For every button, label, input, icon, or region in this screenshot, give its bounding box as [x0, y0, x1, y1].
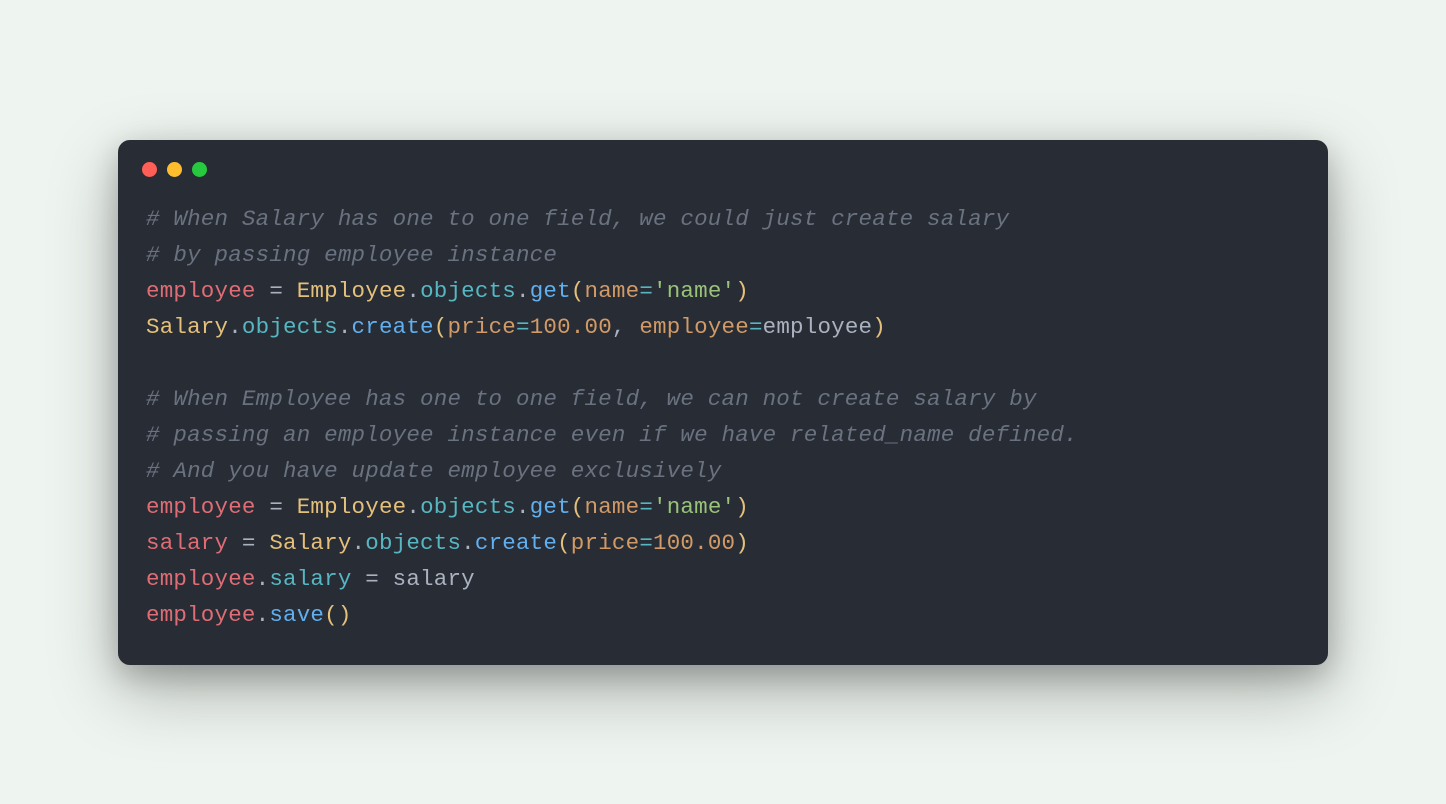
code-token: price — [447, 314, 516, 340]
code-token: get — [530, 494, 571, 520]
code-comment: # When Employee has one to one field, we… — [146, 386, 1037, 412]
code-token: = — [639, 530, 653, 556]
code-token: . — [352, 530, 366, 556]
code-token: employee — [639, 314, 749, 340]
code-token: Salary — [146, 314, 228, 340]
code-window: # When Salary has one to one field, we c… — [118, 140, 1328, 665]
code-token: . — [516, 278, 530, 304]
code-token: Employee — [297, 278, 407, 304]
code-token: ) — [735, 494, 749, 520]
code-token: name — [585, 278, 640, 304]
code-token: 'name' — [653, 494, 735, 520]
code-token: 100.00 — [530, 314, 612, 340]
code-token: ( — [571, 278, 585, 304]
code-token: = — [352, 566, 393, 592]
code-token: ) — [735, 530, 749, 556]
code-token: ( — [571, 494, 585, 520]
code-token: . — [406, 278, 420, 304]
code-token: Employee — [297, 494, 407, 520]
code-token: = — [516, 314, 530, 340]
code-token: 'name' — [653, 278, 735, 304]
code-token: get — [530, 278, 571, 304]
code-token: = — [639, 494, 653, 520]
code-token: ( — [324, 602, 338, 628]
code-token: create — [352, 314, 434, 340]
code-token: . — [256, 566, 270, 592]
code-token: ( — [434, 314, 448, 340]
code-token: employee — [763, 314, 873, 340]
code-token: employee — [146, 494, 256, 520]
code-token: ) — [338, 602, 352, 628]
code-token: . — [461, 530, 475, 556]
code-token: = — [639, 278, 653, 304]
code-token: ) — [735, 278, 749, 304]
code-token: salary — [269, 566, 351, 592]
code-token: . — [516, 494, 530, 520]
code-token: name — [585, 494, 640, 520]
zoom-icon[interactable] — [192, 162, 207, 177]
close-icon[interactable] — [142, 162, 157, 177]
code-token: objects — [365, 530, 461, 556]
code-token: ( — [557, 530, 571, 556]
code-token: = — [749, 314, 763, 340]
code-token: employee — [146, 602, 256, 628]
code-token: 100.00 — [653, 530, 735, 556]
code-token: employee — [146, 278, 256, 304]
code-comment: # When Salary has one to one field, we c… — [146, 206, 1009, 232]
code-token: . — [228, 314, 242, 340]
code-token: employee — [146, 566, 256, 592]
code-token: , — [612, 314, 639, 340]
code-token: ) — [872, 314, 886, 340]
code-token: create — [475, 530, 557, 556]
window-titlebar — [118, 140, 1328, 187]
code-block: # When Salary has one to one field, we c… — [118, 187, 1328, 633]
code-comment: # by passing employee instance — [146, 242, 557, 268]
code-token: Salary — [269, 530, 351, 556]
code-token: salary — [146, 530, 228, 556]
code-token: salary — [393, 566, 475, 592]
code-token: . — [256, 602, 270, 628]
code-token: objects — [242, 314, 338, 340]
code-token: save — [269, 602, 324, 628]
code-token: price — [571, 530, 640, 556]
code-comment: # passing an employee instance even if w… — [146, 422, 1078, 448]
code-token: objects — [420, 278, 516, 304]
code-token: = — [256, 494, 297, 520]
code-token: . — [406, 494, 420, 520]
code-comment: # And you have update employee exclusive… — [146, 458, 722, 484]
code-token: = — [228, 530, 269, 556]
code-token: = — [256, 278, 297, 304]
code-token: objects — [420, 494, 516, 520]
minimize-icon[interactable] — [167, 162, 182, 177]
code-token: . — [338, 314, 352, 340]
